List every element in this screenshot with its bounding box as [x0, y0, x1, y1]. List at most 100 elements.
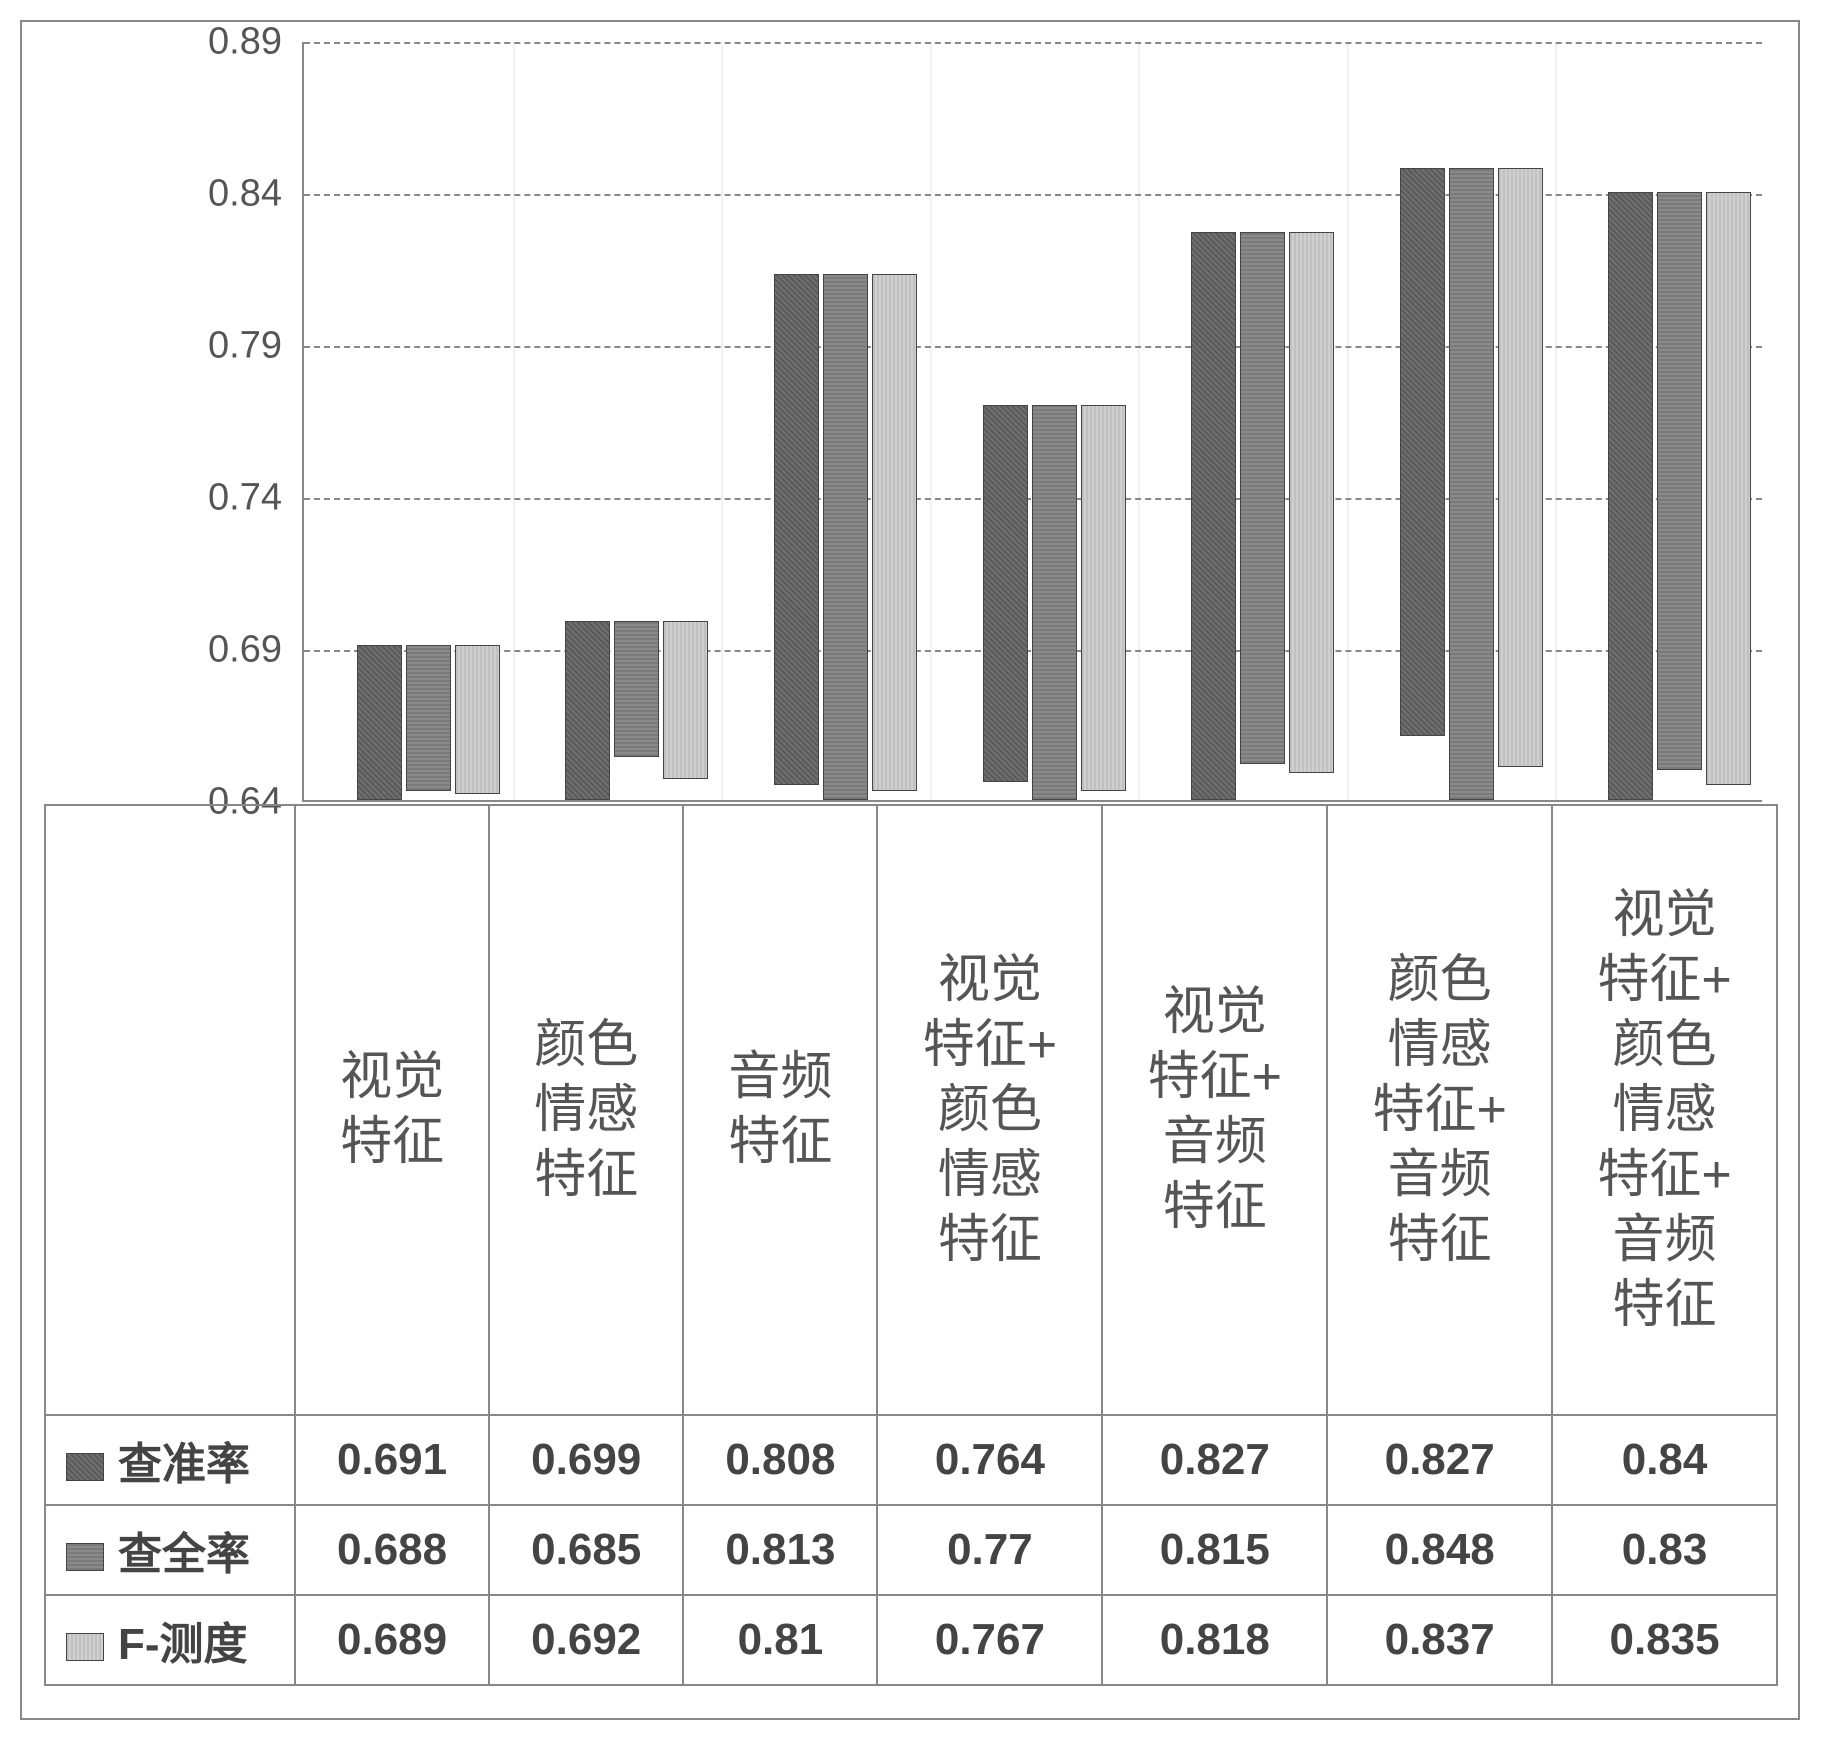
legend-swatch	[66, 1543, 104, 1571]
category-label-line: 视觉	[938, 948, 1042, 1013]
legend-swatch	[66, 1633, 104, 1661]
category-header: 颜色情感特征+音频特征	[1327, 805, 1552, 1415]
category-label-line: 特征+	[923, 1013, 1057, 1078]
data-cell: 0.84	[1552, 1415, 1777, 1505]
bar	[1449, 168, 1494, 800]
data-cell: 0.692	[489, 1595, 683, 1685]
category-label-line: 音频	[1613, 1208, 1717, 1273]
bar	[1240, 232, 1285, 764]
column-separator	[930, 42, 932, 800]
y-tick-label: 0.69	[172, 629, 282, 672]
bar	[565, 621, 610, 800]
category-label-line: 特征	[340, 1110, 444, 1175]
bar	[455, 645, 500, 794]
category-label-line: 特征	[1163, 1175, 1267, 1240]
bar-group	[1580, 192, 1780, 800]
data-cell: 0.808	[683, 1415, 877, 1505]
category-label-line: 视觉	[340, 1045, 444, 1110]
category-label-line: 视觉	[1163, 980, 1267, 1045]
data-cell: 0.835	[1552, 1595, 1777, 1685]
category-label-line: 颜色	[938, 1078, 1042, 1143]
table-row: F-测度0.6890.6920.810.7670.8180.8370.835	[45, 1595, 1777, 1685]
column-separator	[721, 42, 723, 800]
category-label-line: 特征	[1388, 1208, 1492, 1273]
data-cell: 0.815	[1102, 1505, 1327, 1595]
series-name: 查全率	[118, 1530, 250, 1579]
series-label-cell: 查准率	[45, 1415, 295, 1505]
data-cell: 0.688	[295, 1505, 489, 1595]
plot-area	[302, 42, 1762, 802]
category-header: 视觉特征+颜色情感特征	[877, 805, 1102, 1415]
gridline	[304, 42, 1762, 44]
bar	[983, 405, 1028, 782]
table-row: 查全率 0.6880.6850.8130.770.8150.8480.83	[45, 1505, 1777, 1595]
data-cell: 0.813	[683, 1505, 877, 1595]
y-tick-label: 0.79	[172, 325, 282, 368]
bar	[663, 621, 708, 779]
column-separator	[1347, 42, 1349, 800]
series-name: F-测度	[118, 1620, 248, 1669]
category-label-line: 音频	[1163, 1110, 1267, 1175]
category-label-line: 视觉	[1613, 883, 1717, 948]
category-label-line: 颜色	[1613, 1013, 1717, 1078]
bar	[823, 274, 868, 800]
data-table: 视觉特征颜色情感特征音频特征视觉特征+颜色情感特征视觉特征+音频特征颜色情感特征…	[44, 804, 1778, 1686]
data-cell: 0.77	[877, 1505, 1102, 1595]
bar	[1498, 168, 1543, 767]
column-separator	[1138, 42, 1140, 800]
data-cell: 0.685	[489, 1505, 683, 1595]
bar	[1032, 405, 1077, 800]
bar-group	[954, 405, 1154, 800]
category-label-line: 情感	[534, 1078, 638, 1143]
bar	[872, 274, 917, 791]
table-corner-blank	[45, 805, 295, 1415]
category-label-line: 特征+	[1372, 1078, 1506, 1143]
column-separator	[1555, 42, 1557, 800]
data-cell: 0.767	[877, 1595, 1102, 1685]
data-cell: 0.83	[1552, 1505, 1777, 1595]
category-header: 音频特征	[683, 805, 877, 1415]
category-label-line: 情感	[938, 1143, 1042, 1208]
category-label-line: 特征+	[1597, 1143, 1731, 1208]
category-label-line: 音频	[1388, 1143, 1492, 1208]
category-label-line: 颜色	[1388, 948, 1492, 1013]
bar-group	[537, 621, 737, 800]
data-cell: 0.691	[295, 1415, 489, 1505]
data-cell: 0.827	[1102, 1415, 1327, 1505]
category-label-line: 特征	[728, 1110, 832, 1175]
data-cell: 0.689	[295, 1595, 489, 1685]
bar	[1289, 232, 1334, 773]
bar	[357, 645, 402, 800]
bar	[406, 645, 451, 791]
bar	[1608, 192, 1653, 800]
category-header: 视觉特征+音频特征	[1102, 805, 1327, 1415]
category-label-line: 特征	[1613, 1273, 1717, 1338]
bar	[1706, 192, 1751, 785]
category-label-line: 特征	[938, 1208, 1042, 1273]
bar	[774, 274, 819, 785]
y-tick-label: 0.89	[172, 21, 282, 64]
bar-group	[1371, 168, 1571, 800]
category-label-line: 音频	[728, 1045, 832, 1110]
category-label-line: 特征+	[1148, 1045, 1282, 1110]
chart-container: 0.640.690.740.790.840.89 视觉特征颜色情感特征音频特征视…	[20, 20, 1800, 1720]
data-cell: 0.827	[1327, 1415, 1552, 1505]
data-cell: 0.848	[1327, 1505, 1552, 1595]
bar	[614, 621, 659, 758]
data-cell: 0.818	[1102, 1595, 1327, 1685]
legend-swatch	[66, 1453, 104, 1481]
table-row: 查准率0.6910.6990.8080.7640.8270.8270.84	[45, 1415, 1777, 1505]
category-label-line: 情感	[1613, 1078, 1717, 1143]
y-tick-label: 0.84	[172, 173, 282, 216]
category-label-line: 情感	[1388, 1013, 1492, 1078]
category-header: 颜色情感特征	[489, 805, 683, 1415]
category-header: 视觉特征	[295, 805, 489, 1415]
bar-group	[328, 645, 528, 800]
category-label-line: 特征+	[1597, 948, 1731, 1013]
series-name: 查准率	[118, 1440, 250, 1489]
bar	[1657, 192, 1702, 770]
bar-group	[745, 274, 945, 800]
data-cell: 0.764	[877, 1415, 1102, 1505]
y-tick-label: 0.74	[172, 477, 282, 520]
category-label-line: 特征	[534, 1143, 638, 1208]
